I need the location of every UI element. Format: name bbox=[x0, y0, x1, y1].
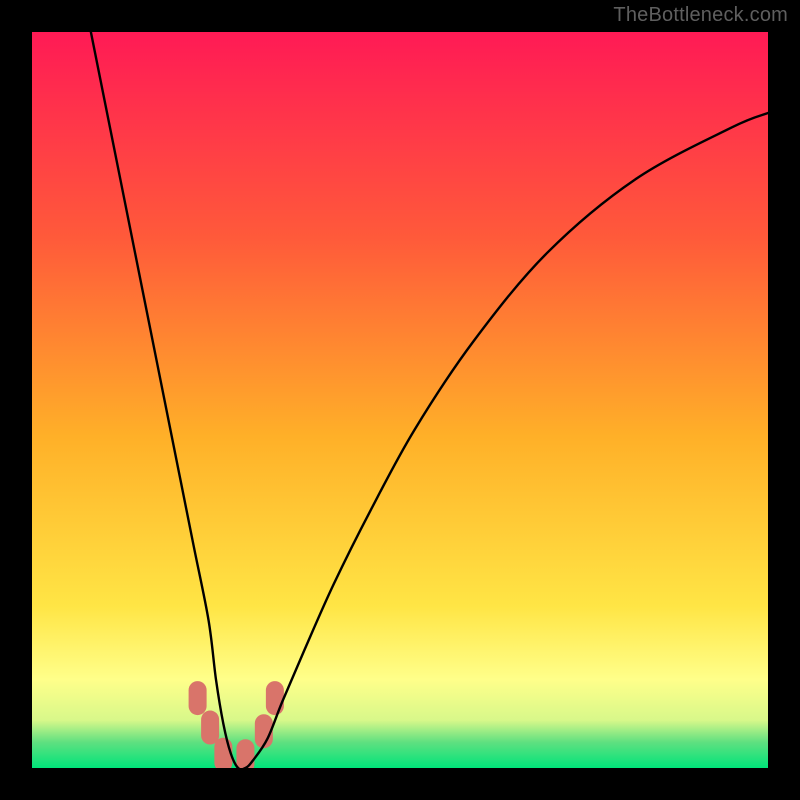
chart-svg bbox=[32, 32, 768, 768]
data-marker bbox=[189, 681, 207, 715]
chart-background bbox=[32, 32, 768, 768]
data-marker bbox=[201, 711, 219, 745]
data-marker bbox=[266, 681, 284, 715]
watermark-text: TheBottleneck.com bbox=[613, 4, 788, 27]
chart-plot-area bbox=[32, 32, 768, 768]
chart-frame: TheBottleneck.com bbox=[0, 0, 800, 800]
